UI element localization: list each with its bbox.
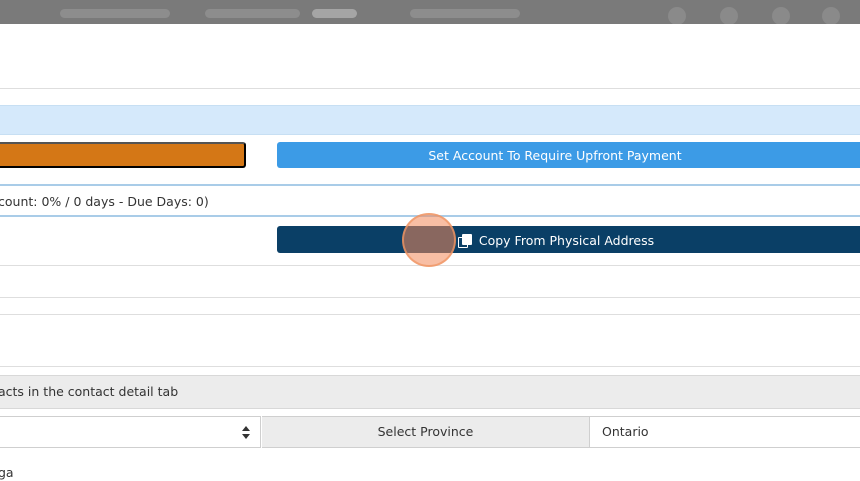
select-arrows-icon (242, 426, 250, 440)
divider (0, 314, 860, 315)
browser-top-bar (0, 0, 860, 24)
divider (0, 88, 860, 89)
contact-note-text: acts in the contact detail tab (0, 384, 179, 399)
divider (0, 366, 860, 367)
blurred-tab (312, 9, 357, 18)
province-label: Select Province (262, 416, 590, 448)
bell-icon[interactable] (772, 7, 790, 24)
contact-note-bar: acts in the contact detail tab (0, 375, 860, 409)
payment-terms-text: count: 0% / 0 days - Due Days: 0) (0, 194, 209, 209)
settings-icon[interactable] (720, 7, 738, 24)
country-select[interactable] (0, 416, 261, 448)
blurred-tab (60, 9, 170, 18)
click-indicator (402, 213, 456, 267)
copy-icon (457, 234, 472, 248)
copy-from-physical-address-button[interactable]: Copy From Physical Address (277, 226, 860, 253)
copy-button-label: Copy From Physical Address (478, 233, 655, 248)
grid-icon[interactable] (822, 7, 840, 24)
account-action-button[interactable] (0, 142, 246, 168)
divider (0, 297, 860, 298)
info-bar (0, 105, 860, 135)
require-upfront-payment-button[interactable]: Set Account To Require Upfront Payment (277, 142, 860, 168)
city-text: ga (0, 465, 14, 480)
user-icon[interactable] (668, 7, 686, 24)
blurred-tab (205, 9, 300, 18)
blurred-tab (410, 9, 520, 18)
province-value[interactable]: Ontario (590, 416, 860, 448)
